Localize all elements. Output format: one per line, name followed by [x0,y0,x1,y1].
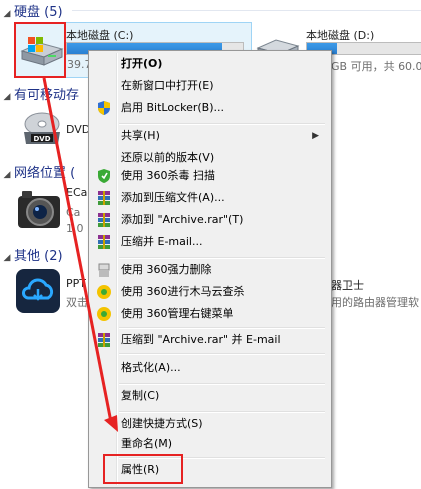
annotation-arrow [42,77,118,432]
